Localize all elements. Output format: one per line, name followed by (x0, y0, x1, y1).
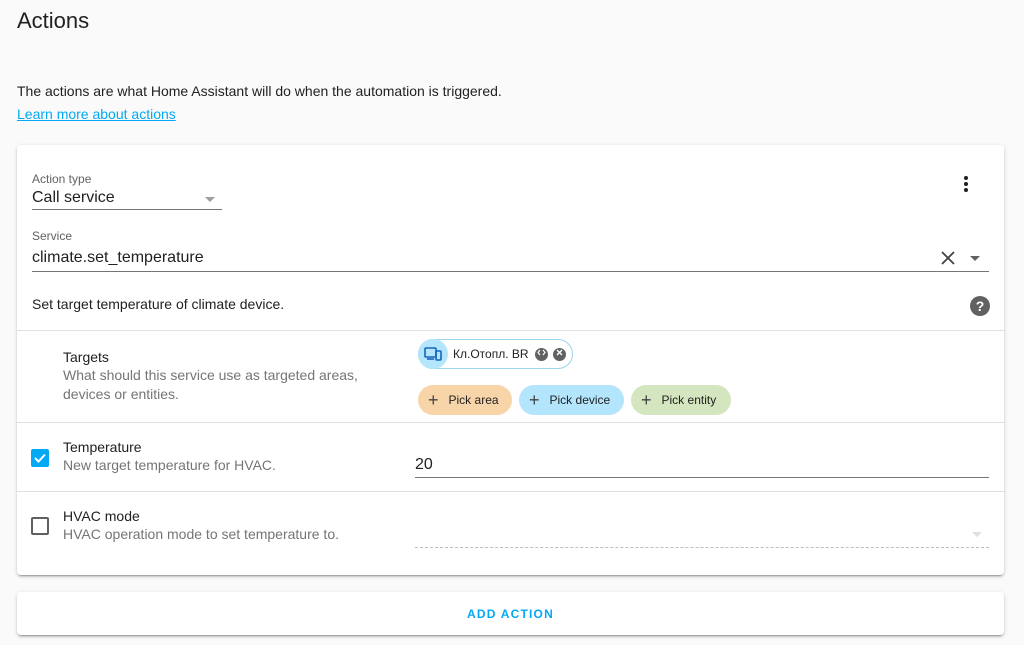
check-icon (34, 453, 46, 463)
add-action-card: ADD ACTION (17, 592, 1004, 635)
hvac-underline (415, 547, 989, 548)
pick-entity-label: Pick entity (661, 393, 717, 407)
temperature-underline (415, 477, 989, 478)
action-type-dropdown-icon[interactable] (205, 197, 215, 202)
hvac-dropdown-icon[interactable] (972, 532, 982, 537)
clear-icon[interactable] (941, 251, 955, 265)
action-type-label: Action type (32, 172, 92, 186)
pick-area-button[interactable]: + Pick area (418, 385, 512, 415)
action-card: Action type Call service Service climate… (17, 145, 1004, 575)
pick-device-button[interactable]: + Pick device (519, 385, 624, 415)
targets-description: What should this service use as targeted… (63, 367, 358, 402)
pick-device-label: Pick device (549, 393, 611, 407)
service-input[interactable]: climate.set_temperature (32, 249, 204, 267)
divider (17, 330, 1004, 331)
action-type-underline (32, 209, 222, 210)
target-device-label: Кл.Отопл. BR (453, 347, 529, 361)
intro-text: The actions are what Home Assistant will… (17, 83, 502, 99)
hvac-title: HVAC mode (63, 508, 140, 524)
plus-icon: + (641, 390, 652, 410)
page-title: Actions (17, 8, 90, 33)
service-label: Service (32, 229, 73, 243)
service-dropdown-icon[interactable] (970, 256, 980, 261)
plus-icon: + (428, 390, 439, 410)
action-type-value[interactable]: Call service (32, 189, 115, 207)
more-vert-icon[interactable] (957, 175, 975, 193)
temperature-title: Temperature (63, 439, 142, 455)
help-icon[interactable]: ? (970, 296, 990, 316)
expand-icon[interactable] (534, 347, 548, 361)
temperature-description: New target temperature for HVAC. (63, 457, 276, 473)
target-device-chip[interactable]: Кл.Отопл. BR (418, 339, 573, 369)
devices-icon (418, 339, 448, 369)
hvac-checkbox[interactable] (31, 517, 49, 535)
service-description: Set target temperature of climate device… (32, 296, 285, 312)
plus-icon: + (529, 390, 540, 410)
targets-title: Targets (63, 349, 109, 365)
add-action-button[interactable]: ADD ACTION (467, 607, 554, 621)
remove-icon[interactable] (552, 347, 566, 361)
pick-area-label: Pick area (448, 393, 499, 407)
temperature-input[interactable]: 20 (415, 456, 433, 474)
temperature-checkbox[interactable] (31, 449, 49, 467)
divider (17, 422, 1004, 423)
learn-more-link[interactable]: Learn more about actions (17, 106, 176, 122)
divider (17, 491, 1004, 492)
pick-entity-button[interactable]: + Pick entity (631, 385, 731, 415)
hvac-description: HVAC operation mode to set temperature t… (63, 526, 339, 542)
service-underline (32, 271, 989, 272)
